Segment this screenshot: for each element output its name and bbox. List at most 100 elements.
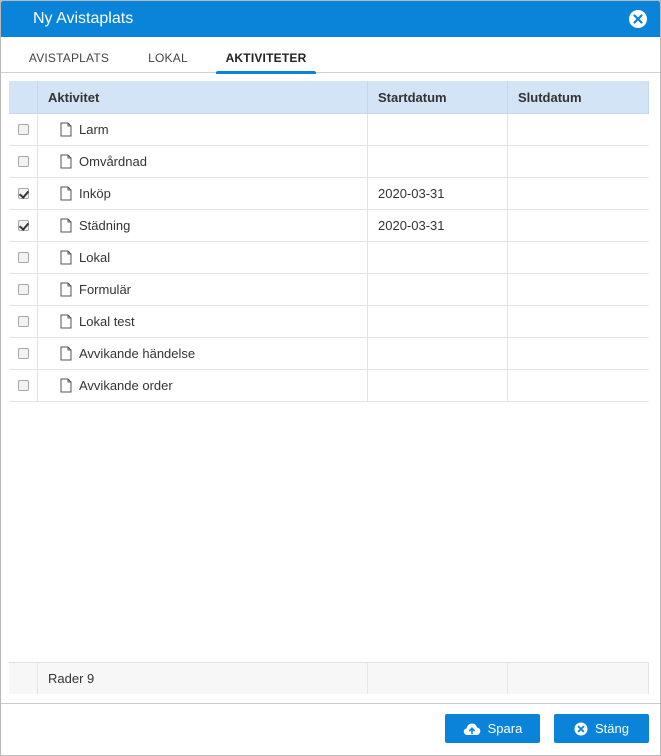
slutdatum-cell[interactable] — [508, 178, 649, 209]
activity-cell[interactable]: Städning — [38, 210, 368, 241]
row-check-cell — [9, 338, 38, 369]
footer-check-cell — [9, 663, 38, 694]
dialog-title: Ny Avistaplats — [33, 10, 134, 27]
close-circle-icon — [629, 10, 647, 28]
activity-cell[interactable]: Inköp — [38, 178, 368, 209]
row-checkbox[interactable] — [17, 348, 29, 359]
document-icon — [60, 378, 72, 393]
save-button[interactable]: Spara — [445, 714, 540, 743]
activity-name: Städning — [79, 218, 131, 233]
table-row[interactable]: Inköp 2020-03-31 — [9, 178, 649, 210]
activity-name: Lokal test — [79, 314, 135, 329]
table-row[interactable]: Städning 2020-03-31 — [9, 210, 649, 242]
slutdatum-cell[interactable] — [508, 210, 649, 241]
row-checkbox[interactable] — [17, 284, 29, 295]
row-check-cell — [9, 146, 38, 177]
startdatum-cell[interactable] — [368, 114, 508, 145]
document-icon — [60, 282, 72, 297]
close-button[interactable]: Stäng — [554, 714, 649, 743]
slutdatum-cell[interactable] — [508, 114, 649, 145]
row-check-cell — [9, 370, 38, 401]
row-check-cell — [9, 306, 38, 337]
activity-cell[interactable]: Lokal test — [38, 306, 368, 337]
tab-aktiviteter[interactable]: AKTIVITETER — [216, 51, 316, 74]
row-checkbox[interactable] — [17, 156, 29, 167]
row-checkbox[interactable] — [17, 316, 29, 327]
activities-grid: Aktivitet Startdatum Slutdatum Larm Omvår… — [9, 81, 649, 402]
activity-cell[interactable]: Lokal — [38, 242, 368, 273]
slutdatum-cell[interactable] — [508, 370, 649, 401]
table-row[interactable]: Lokal — [9, 242, 649, 274]
startdatum-cell[interactable] — [368, 370, 508, 401]
grid-body: Larm Omvårdnad Inköp 2020-03-31 Städning 2020… — [9, 114, 649, 402]
startdatum-cell[interactable]: 2020-03-31 — [368, 178, 508, 209]
slutdatum-cell[interactable] — [508, 338, 649, 369]
row-check-cell — [9, 210, 38, 241]
row-checkbox[interactable] — [17, 188, 29, 199]
table-row[interactable]: Formulär — [9, 274, 649, 306]
activity-cell[interactable]: Larm — [38, 114, 368, 145]
close-circle-icon — [574, 722, 588, 735]
slutdatum-cell[interactable] — [508, 306, 649, 337]
activity-name: Inköp — [79, 186, 111, 201]
activity-name: Lokal — [79, 250, 111, 265]
table-row[interactable]: Larm — [9, 114, 649, 146]
table-row[interactable]: Omvårdnad — [9, 146, 649, 178]
startdatum-cell[interactable]: 2020-03-31 — [368, 210, 508, 241]
activity-cell[interactable]: Omvårdnad — [38, 146, 368, 177]
document-icon — [60, 186, 72, 201]
document-icon — [60, 218, 72, 233]
table-row[interactable]: Avvikande order — [9, 370, 649, 402]
grid-header-row: Aktivitet Startdatum Slutdatum — [9, 81, 649, 114]
activity-name: Larm — [79, 122, 109, 137]
document-icon — [60, 122, 72, 137]
grid-footer-row: Rader 9 — [9, 662, 649, 694]
column-header-startdatum[interactable]: Startdatum — [368, 81, 508, 113]
column-header-aktivitet[interactable]: Aktivitet — [38, 81, 368, 113]
activity-name: Formulär — [79, 282, 132, 297]
startdatum-cell[interactable] — [368, 338, 508, 369]
activity-name: Avvikande händelse — [79, 346, 196, 361]
row-check-cell — [9, 114, 38, 145]
row-checkbox[interactable] — [17, 252, 29, 263]
startdatum-cell[interactable] — [368, 242, 508, 273]
new-avistaplats-dialog: Ny Avistaplats AVISTAPLATS LOKAL AKTIVIT… — [0, 0, 661, 756]
row-checkbox[interactable] — [17, 124, 29, 135]
footer-start-cell — [368, 663, 508, 694]
row-checkbox[interactable] — [17, 220, 29, 231]
tab-lokal[interactable]: LOKAL — [141, 51, 195, 73]
table-row[interactable]: Avvikande händelse — [9, 338, 649, 370]
activity-cell[interactable]: Avvikande händelse — [38, 338, 368, 369]
row-count-label: Rader 9 — [38, 663, 368, 694]
startdatum-cell[interactable] — [368, 146, 508, 177]
slutdatum-cell[interactable] — [508, 146, 649, 177]
activity-cell[interactable]: Avvikande order — [38, 370, 368, 401]
row-check-cell — [9, 242, 38, 273]
row-check-cell — [9, 178, 38, 209]
document-icon — [60, 346, 72, 361]
tab-bar: AVISTAPLATS LOKAL AKTIVITETER — [1, 37, 660, 74]
activity-cell[interactable]: Formulär — [38, 274, 368, 305]
startdatum-cell[interactable] — [368, 274, 508, 305]
cloud-upload-icon — [463, 723, 480, 735]
document-icon — [60, 314, 72, 329]
row-checkbox[interactable] — [17, 380, 29, 391]
dialog-close-button[interactable] — [628, 9, 648, 29]
activity-name: Omvårdnad — [79, 154, 147, 169]
row-check-cell — [9, 274, 38, 305]
document-icon — [60, 250, 72, 265]
save-button-label: Spara — [487, 721, 523, 736]
activity-name: Avvikande order — [79, 378, 173, 393]
slutdatum-cell[interactable] — [508, 242, 649, 273]
footer-end-cell — [508, 663, 649, 694]
startdatum-cell[interactable] — [368, 306, 508, 337]
dialog-button-bar: Spara Stäng — [1, 703, 660, 755]
dialog-titlebar: Ny Avistaplats — [1, 1, 660, 37]
tab-avistaplats[interactable]: AVISTAPLATS — [23, 51, 115, 73]
table-row[interactable]: Lokal test — [9, 306, 649, 338]
column-header-slutdatum[interactable]: Slutdatum — [508, 81, 649, 113]
slutdatum-cell[interactable] — [508, 274, 649, 305]
document-icon — [60, 154, 72, 169]
header-check-cell — [9, 81, 38, 113]
close-button-label: Stäng — [595, 721, 629, 736]
